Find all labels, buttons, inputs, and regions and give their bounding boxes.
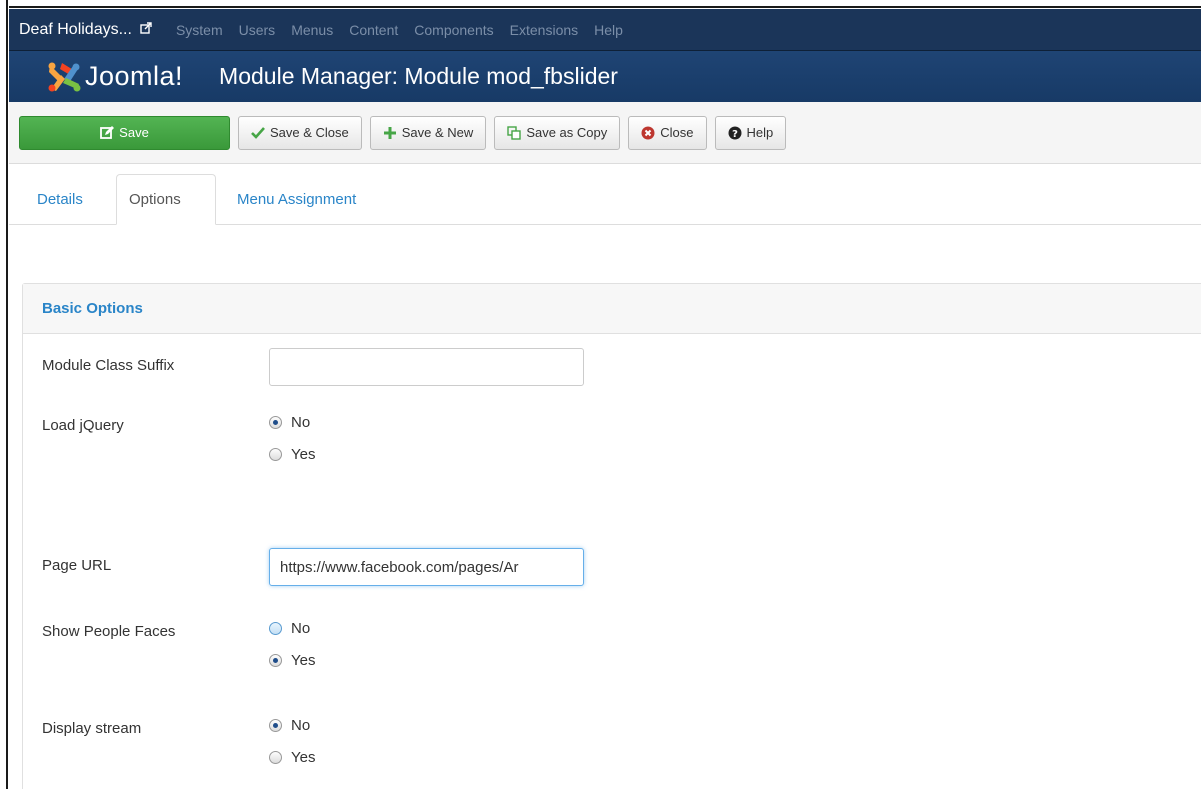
save-copy-button[interactable]: Save as Copy — [494, 115, 621, 150]
page-header: Joomla! Module Manager: Module mod_fbsli… — [9, 51, 1201, 102]
help-button[interactable]: ? Help — [714, 115, 787, 150]
show-faces-no[interactable]: No — [269, 612, 315, 644]
radio-selected-icon — [269, 415, 282, 429]
panel-heading[interactable]: Basic Options — [23, 284, 1201, 334]
tab-details[interactable]: Details — [25, 174, 95, 225]
tab-bar: Details Options Menu Assignment — [9, 164, 1201, 225]
display-stream-yes[interactable]: Yes — [269, 741, 315, 773]
radio-empty-icon — [269, 447, 282, 461]
page-url-input[interactable]: https://www.facebook.com/pages/Ar — [269, 548, 584, 586]
nav-system[interactable]: System — [176, 22, 223, 38]
joomla-logo[interactable]: Joomla! — [47, 61, 183, 93]
logo-text: Joomla! — [85, 61, 184, 91]
panel-title: Basic Options — [42, 300, 143, 317]
nav-components[interactable]: Components — [414, 22, 493, 38]
close-label: Close — [660, 125, 694, 140]
svg-text:?: ? — [732, 129, 738, 140]
module-class-suffix-label: Module Class Suffix — [42, 357, 175, 374]
nav-users[interactable]: Users — [239, 22, 276, 38]
field-display-stream: Display stream No Yes — [42, 717, 315, 773]
radio-empty-icon — [269, 750, 282, 764]
save-copy-label: Save as Copy — [526, 125, 608, 140]
nav-extensions[interactable]: Extensions — [510, 22, 578, 38]
window-border-top — [0, 0, 1201, 9]
field-show-people-faces: Show People Faces No Yes — [42, 620, 315, 676]
load-jquery-yes-label: Yes — [291, 445, 316, 463]
plus-icon — [383, 126, 397, 140]
close-button[interactable]: Close — [628, 115, 707, 150]
admin-page: Deaf Holidays... System Users Menus Cont… — [9, 9, 1201, 789]
radio-selected-icon — [269, 653, 282, 667]
page-url-label: Page URL — [42, 557, 112, 574]
question-icon: ? — [728, 126, 742, 140]
basic-options-panel: Basic Options Module Class Suffix Load j… — [22, 283, 1201, 789]
display-stream-no[interactable]: No — [269, 709, 315, 741]
display-stream-label: Display stream — [42, 720, 142, 737]
load-jquery-no[interactable]: No — [269, 406, 315, 438]
display-stream-radios: No Yes — [269, 709, 315, 773]
nav-help[interactable]: Help — [594, 22, 623, 38]
site-link[interactable]: Deaf Holidays... — [19, 21, 152, 39]
load-jquery-label: Load jQuery — [42, 417, 124, 434]
window-border-left — [0, 0, 9, 789]
tab-options[interactable]: Options — [116, 174, 216, 225]
save-close-label: Save & Close — [270, 125, 349, 140]
display-stream-yes-label: Yes — [291, 748, 316, 766]
nav-content[interactable]: Content — [349, 22, 398, 38]
load-jquery-radios: No Yes — [269, 406, 315, 470]
joomla-logo-icon — [48, 62, 81, 91]
radio-selected-icon — [269, 718, 282, 732]
external-link-icon — [140, 21, 152, 39]
field-page-url: Page URL https://www.facebook.com/pages/… — [42, 548, 584, 586]
display-stream-no-label: No — [291, 716, 311, 734]
save-new-label: Save & New — [401, 125, 474, 140]
toolbar: Save Save & Close Save & New Save as Cop… — [9, 102, 1201, 164]
field-load-jquery: Load jQuery No Yes — [42, 414, 315, 470]
save-label: Save — [119, 125, 149, 140]
save-close-button[interactable]: Save & Close — [238, 115, 362, 150]
page-title: Module Manager: Module mod_fbslider — [219, 63, 618, 89]
copy-icon — [507, 125, 522, 140]
save-new-button[interactable]: Save & New — [369, 115, 487, 150]
show-faces-yes-label: Yes — [291, 651, 316, 669]
field-module-class-suffix: Module Class Suffix — [42, 348, 584, 386]
show-faces-no-label: No — [291, 619, 311, 637]
show-faces-yes[interactable]: Yes — [269, 644, 315, 676]
show-faces-radios: No Yes — [269, 612, 315, 676]
radio-hover-icon — [269, 621, 282, 635]
save-button[interactable]: Save — [19, 115, 230, 150]
page-url-value: https://www.facebook.com/pages/Ar — [280, 558, 519, 576]
show-faces-label: Show People Faces — [42, 623, 176, 640]
close-icon — [641, 126, 655, 140]
top-navbar: Deaf Holidays... System Users Menus Cont… — [9, 9, 1201, 51]
help-label: Help — [746, 125, 774, 140]
site-name: Deaf Holidays... — [19, 20, 132, 38]
tab-menu-assignment[interactable]: Menu Assignment — [225, 174, 368, 225]
load-jquery-yes[interactable]: Yes — [269, 438, 315, 470]
load-jquery-no-label: No — [291, 413, 311, 431]
nav-menus[interactable]: Menus — [291, 22, 333, 38]
edit-icon — [100, 125, 115, 140]
module-class-suffix-input[interactable] — [269, 348, 584, 386]
check-icon — [251, 126, 265, 139]
